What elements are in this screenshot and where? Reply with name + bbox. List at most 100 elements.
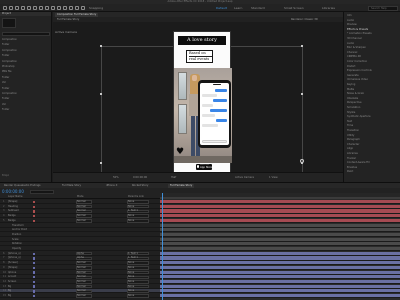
eraser-tool-icon[interactable]	[75, 6, 79, 10]
bpc-label[interactable]: 8 bpc	[2, 174, 9, 177]
workspace-default[interactable]: Default	[216, 6, 227, 10]
timeline-layer-row[interactable]: 12 Screen Normal None	[0, 280, 160, 285]
viewer-timecode[interactable]: 0:00:00:00	[133, 176, 147, 179]
label-color-icon[interactable]	[33, 276, 36, 279]
layer-duration-bar[interactable]	[160, 284, 400, 289]
layer-duration-bar[interactable]	[160, 256, 400, 261]
workspace-libraries[interactable]: Libraries	[322, 6, 335, 10]
home-icon[interactable]	[3, 6, 7, 10]
timeline-layer-row[interactable]: 1 [Shape] Normal None	[0, 200, 160, 205]
zoom-tool-icon[interactable]	[21, 6, 25, 10]
layer-duration-bar[interactable]	[160, 251, 400, 256]
tab-full-female-story[interactable]: Full Female Story	[168, 183, 195, 188]
project-item[interactable]: Photoshop	[2, 65, 50, 69]
layer-duration-bar[interactable]	[160, 294, 400, 299]
hand-tool-icon[interactable]	[15, 6, 19, 10]
timeline-layer-row[interactable]: 5 Badge Normal None	[0, 219, 160, 223]
layer-duration-bar[interactable]	[160, 228, 400, 233]
timeline-layer-row[interactable]: 14 Bg Normal None	[0, 289, 160, 294]
label-color-icon[interactable]	[33, 266, 36, 270]
transform-property-row[interactable]: Rotation	[0, 242, 160, 247]
label-color-icon[interactable]	[33, 200, 36, 204]
timeline-layer-row[interactable]: 4 Badge Normal None	[0, 214, 160, 219]
label-color-icon[interactable]	[33, 214, 36, 218]
layer-duration-bar[interactable]	[160, 279, 400, 285]
type-tool-icon[interactable]	[57, 6, 61, 10]
transform-property-row[interactable]: Scale	[0, 238, 160, 242]
project-item[interactable]: Folder	[2, 76, 50, 80]
label-color-icon[interactable]	[33, 205, 36, 208]
layer-search-input[interactable]	[30, 190, 54, 194]
project-item[interactable]: Composition	[2, 60, 50, 64]
label-color-icon[interactable]	[33, 257, 36, 260]
project-item[interactable]: Composition	[2, 38, 50, 42]
label-color-icon[interactable]	[33, 252, 36, 255]
project-item[interactable]: Folder	[2, 108, 50, 112]
layer-duration-bar[interactable]	[160, 209, 400, 214]
timeline-layer-row[interactable]: 9 [Shape] Normal None	[0, 266, 160, 270]
playhead[interactable]	[162, 193, 163, 300]
timeline-layer-row[interactable]: 6 [Iphone_s] Alpha 1. Null 1	[0, 252, 160, 256]
label-color-icon[interactable]	[33, 219, 36, 223]
snapping-toggle[interactable]: Snapping	[89, 6, 103, 10]
layer-duration-bar[interactable]	[160, 214, 400, 219]
timeline-layer-row[interactable]: 15 Bg Normal None	[0, 294, 160, 299]
pen-tool-icon[interactable]	[51, 6, 55, 10]
timeline-timecode[interactable]: 0:00:00:00	[2, 189, 24, 194]
label-color-icon[interactable]	[33, 280, 36, 284]
tab-audio-endings[interactable]: Audio Endings	[20, 184, 43, 188]
label-color-icon[interactable]	[33, 294, 36, 298]
layer-duration-bar[interactable]	[160, 289, 400, 294]
timeline-layer-row[interactable]: 11 Accent Normal None	[0, 275, 160, 280]
transform-handle[interactable]	[301, 45, 303, 47]
project-item[interactable]: Composition	[2, 92, 50, 96]
layer-duration-bar[interactable]	[160, 223, 400, 228]
project-item[interactable]: Folder	[2, 97, 50, 101]
tab-composition[interactable]: Composition Full Female Story	[55, 12, 99, 17]
transform-handle[interactable]	[100, 93, 102, 95]
transform-property-row[interactable]: Anchor Point	[0, 228, 160, 233]
timeline-layer-row[interactable]: 2 Heading Normal None	[0, 205, 160, 209]
project-item[interactable]: AVI	[2, 81, 50, 85]
tab-full-male-story[interactable]: Full Male Story	[60, 184, 83, 188]
transform-handle[interactable]	[301, 93, 303, 95]
workspace-small-screen[interactable]: Small Screen	[284, 6, 304, 10]
layer-duration-bar[interactable]	[160, 200, 400, 205]
transform-property-row[interactable]: Position	[0, 233, 160, 238]
column-mode[interactable]: Mode	[77, 195, 84, 198]
layer-duration-bar[interactable]	[160, 242, 400, 247]
layer-duration-bar[interactable]	[160, 265, 400, 270]
tab-rocket-story[interactable]: Rocket Story	[130, 184, 150, 188]
layer-duration-bar[interactable]	[160, 275, 400, 280]
story-artboard[interactable]: A love story Based on real events ♥ Down…	[173, 31, 232, 176]
transform-handle[interactable]	[100, 45, 102, 47]
camera-dropdown[interactable]: Active Camera	[235, 176, 254, 179]
timeline-layer-row[interactable]: 8 [Screen] Normal None	[0, 261, 160, 266]
transform-property-row[interactable]: Transform	[0, 224, 160, 228]
workspace-learn[interactable]: Learn	[234, 6, 242, 10]
renderer-label[interactable]: Renderer: Classic 3D	[289, 18, 320, 22]
layer-duration-bar[interactable]	[160, 237, 400, 242]
label-color-icon[interactable]	[33, 271, 36, 274]
layer-duration-bar[interactable]	[160, 232, 400, 238]
search-help-input[interactable]: Search Help	[368, 5, 398, 11]
layer-duration-bar[interactable]	[160, 270, 400, 275]
selection-tool-icon[interactable]	[9, 6, 13, 10]
layer-duration-bar[interactable]	[160, 218, 400, 223]
brush-tool-icon[interactable]	[63, 6, 67, 10]
layer-duration-bar[interactable]	[160, 204, 400, 209]
resolution-dropdown[interactable]: Half	[171, 176, 176, 179]
column-layer-name[interactable]: Layer Name	[8, 195, 22, 198]
project-tab[interactable]: Project	[0, 12, 51, 16]
subtab-full-female-story[interactable]: Full Female Story	[55, 18, 81, 22]
timeline-layer-row[interactable]: 7 [Iphone_s] Alpha 1. Null 1	[0, 256, 160, 261]
label-color-icon[interactable]	[33, 285, 36, 288]
layer-duration-bar[interactable]	[160, 261, 400, 266]
column-parent[interactable]: Parent & Link	[128, 195, 144, 198]
puppet-tool-icon[interactable]	[81, 6, 85, 10]
project-search-input[interactable]	[2, 32, 50, 36]
camera-tool-icon[interactable]	[33, 6, 37, 10]
timeline-layer-row[interactable]: 13 Bg Normal None	[0, 285, 160, 289]
workspace-standard[interactable]: Standard	[251, 6, 265, 10]
project-item[interactable]: Folder	[2, 54, 50, 58]
